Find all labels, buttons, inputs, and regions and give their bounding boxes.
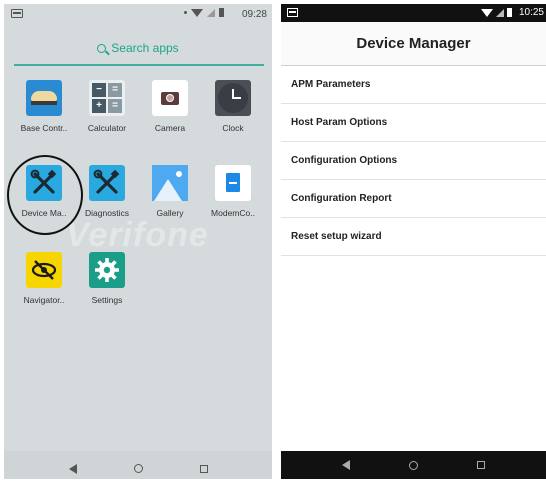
calculator-icon: − = + = xyxy=(89,80,125,116)
app-base-controller[interactable]: Base Contr.. xyxy=(12,80,76,133)
gallery-icon xyxy=(152,165,188,201)
verifone-watermark: Verifone xyxy=(66,216,209,254)
search-icon xyxy=(97,43,107,53)
back-icon[interactable] xyxy=(342,460,351,470)
app-label: Calculator xyxy=(87,123,127,133)
app-label: Camera xyxy=(154,123,186,133)
app-label: Navigator.. xyxy=(23,295,65,305)
highlight-circle xyxy=(7,155,83,235)
status-time: 09:28 xyxy=(241,9,267,20)
menu-item-host-param-options[interactable]: Host Param Options xyxy=(281,104,546,142)
menu-item-configuration-report[interactable]: Configuration Report xyxy=(281,180,546,218)
recent-apps-icon[interactable] xyxy=(476,461,485,469)
status-bar: 09:28 xyxy=(4,4,272,26)
battery-icon xyxy=(507,8,512,17)
navigator-icon xyxy=(26,252,62,288)
app-gallery[interactable]: Gallery xyxy=(138,165,202,218)
search-underline xyxy=(14,64,264,66)
base-controller-icon xyxy=(26,80,62,116)
battery-icon xyxy=(219,8,224,17)
app-settings[interactable]: Settings xyxy=(75,252,139,305)
app-label: Clock xyxy=(222,123,244,133)
status-bar: 10:25 xyxy=(281,4,546,22)
back-icon[interactable] xyxy=(68,463,77,474)
notification-icon xyxy=(287,8,298,17)
menu-item-apm-parameters[interactable]: APM Parameters xyxy=(281,66,546,104)
camera-icon xyxy=(152,80,188,116)
page-title: Device Manager xyxy=(281,22,546,66)
app-clock[interactable]: Clock xyxy=(201,80,265,133)
menu-item-reset-setup-wizard[interactable]: Reset setup wizard xyxy=(281,218,546,256)
status-time: 10:25 xyxy=(518,7,544,18)
app-label: ModemCo.. xyxy=(211,208,255,218)
app-camera[interactable]: Camera xyxy=(138,80,202,133)
app-drawer-screen: 09:28 Search apps Base Contr.. − = + = C… xyxy=(4,4,272,479)
wifi-icon xyxy=(481,8,493,17)
notification-icon xyxy=(11,9,23,18)
app-diagnostics[interactable]: Diagnostics xyxy=(75,165,139,218)
settings-icon xyxy=(89,252,125,288)
signal-icon xyxy=(496,8,504,17)
app-label: Settings xyxy=(91,295,123,305)
home-icon[interactable] xyxy=(408,460,418,470)
device-manager-screen: 10:25 Device Manager APM Parameters Host… xyxy=(281,4,546,479)
search-apps-bar[interactable]: Search apps xyxy=(4,34,272,62)
menu-item-configuration-options[interactable]: Configuration Options xyxy=(281,142,546,180)
app-calculator[interactable]: − = + = Calculator xyxy=(75,80,139,133)
clock-icon xyxy=(215,80,251,116)
diagnostics-icon xyxy=(89,165,125,201)
search-apps-label: Search apps xyxy=(111,41,179,55)
home-icon[interactable] xyxy=(133,464,143,473)
app-modem-config[interactable]: ModemCo.. xyxy=(201,165,265,218)
recent-apps-icon[interactable] xyxy=(199,464,208,473)
app-navigator[interactable]: Navigator.. xyxy=(12,252,76,305)
modem-config-icon xyxy=(215,165,251,201)
navigation-bar xyxy=(281,451,546,479)
signal-icon xyxy=(207,8,215,17)
wifi-icon xyxy=(191,8,203,17)
dot-icon xyxy=(184,11,187,14)
navigation-bar xyxy=(4,458,272,479)
app-label: Base Contr.. xyxy=(20,123,68,133)
